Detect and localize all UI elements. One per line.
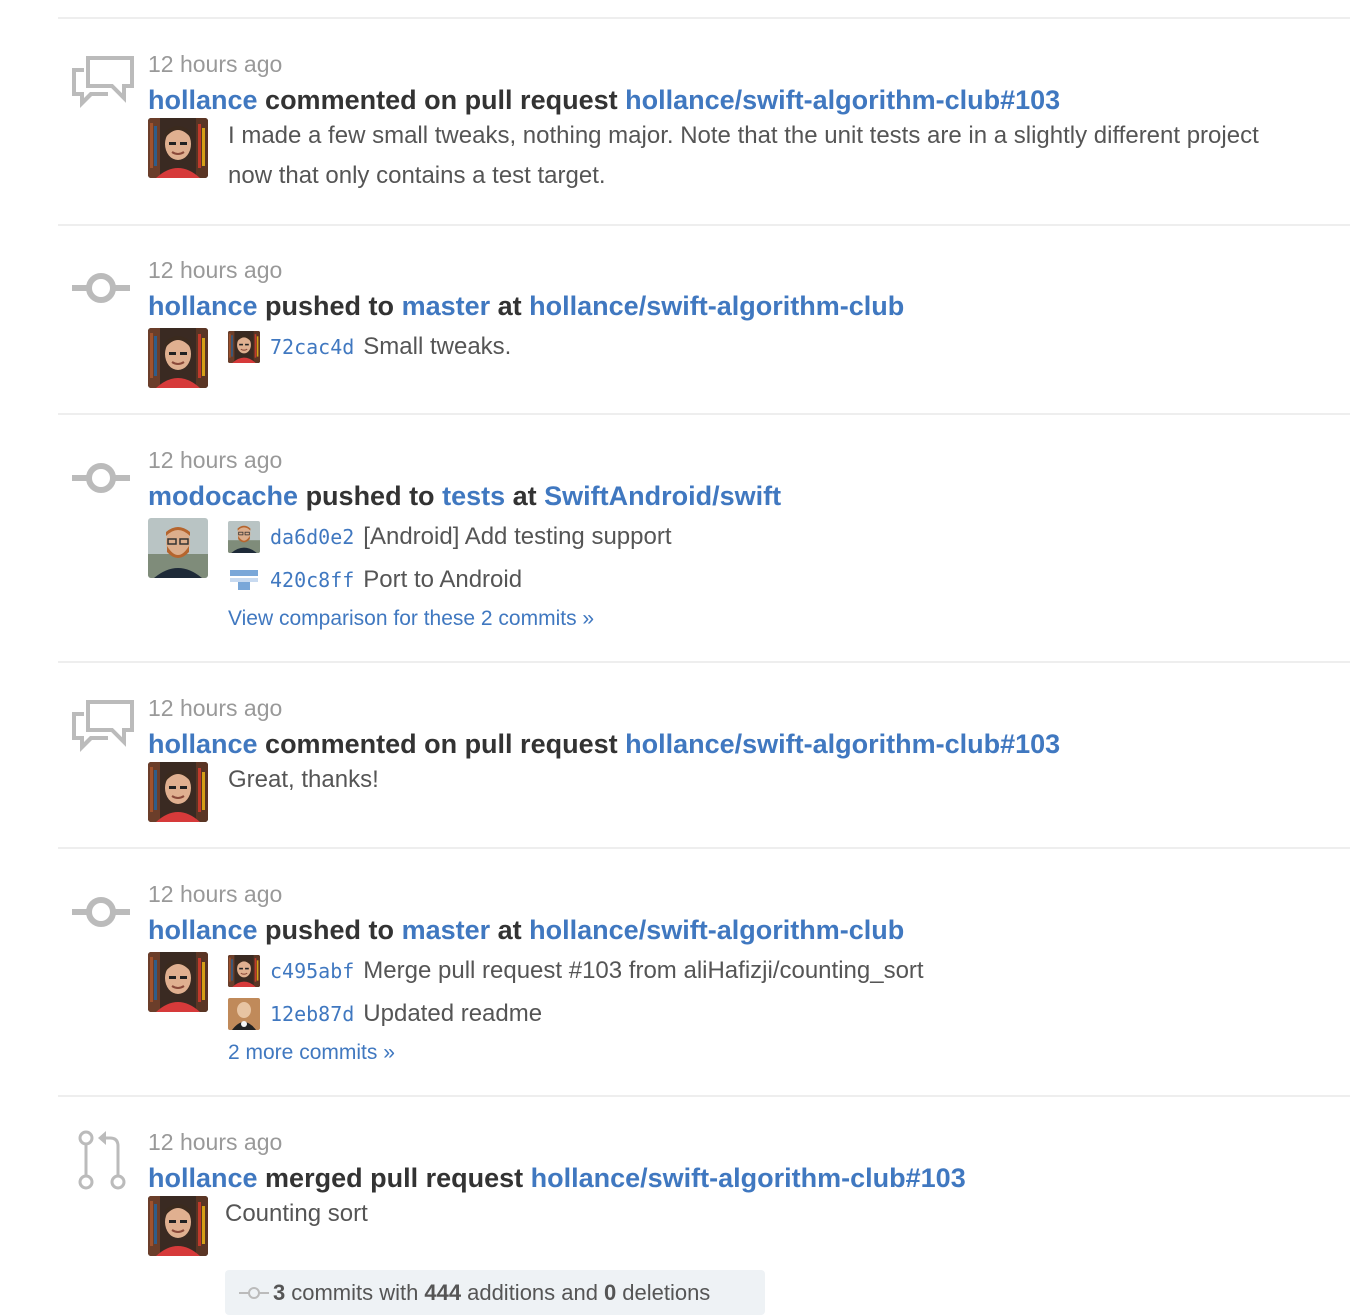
event-connector: at: [512, 481, 537, 511]
comment-discussion-icon: [68, 54, 136, 118]
commit-row: 12eb87d Updated readme: [228, 997, 542, 1031]
git-commit-icon: [68, 446, 136, 510]
event-title: modocache pushed to tests at SwiftAndroi…: [148, 480, 781, 512]
event-title: hollance merged pull request hollance/sw…: [148, 1162, 966, 1194]
target-link[interactable]: hollance/swift-algorithm-club#103: [531, 1163, 966, 1193]
event-time: 12 hours ago: [148, 881, 283, 907]
divider: [58, 224, 1350, 226]
commit-sha-link[interactable]: c495abf: [270, 959, 354, 983]
actor-link[interactable]: hollance: [148, 915, 258, 945]
event-action: pushed to: [265, 915, 395, 945]
summary-text: additions and: [467, 1279, 598, 1305]
more-commits-link[interactable]: 2 more commits »: [228, 1041, 395, 1065]
commit-message: Port to Android: [363, 566, 523, 593]
pull-request-title: Counting sort: [225, 1200, 368, 1227]
commit-message: [Android] Add testing support: [363, 523, 672, 550]
divider: [58, 1095, 1350, 1097]
event-connector: at: [497, 915, 522, 945]
event-action: commented on pull request: [265, 85, 618, 115]
branch-link[interactable]: master: [402, 915, 491, 945]
commit-row: da6d0e2 [Android] Add testing support: [228, 520, 672, 554]
target-link[interactable]: hollance/swift-algorithm-club#103: [625, 729, 1060, 759]
repo-link[interactable]: hollance/swift-algorithm-club: [529, 915, 904, 945]
commit-row: c495abf Merge pull request #103 from ali…: [228, 954, 924, 988]
commit-author-avatar[interactable]: [228, 521, 260, 553]
divider: [58, 847, 1350, 849]
avatar[interactable]: [148, 118, 208, 178]
comment-discussion-icon: [68, 698, 136, 762]
deletions-count: 0: [603, 1279, 617, 1305]
divider: [58, 17, 1350, 19]
event-time: 12 hours ago: [148, 695, 283, 721]
avatar[interactable]: [148, 762, 208, 822]
event-title: hollance commented on pull request holla…: [148, 84, 1060, 116]
commit-author-avatar[interactable]: [228, 331, 260, 363]
event-title: hollance pushed to master at hollance/sw…: [148, 914, 904, 946]
actor-link[interactable]: hollance: [148, 85, 258, 115]
merge-summary: 3 commits with 444 additions and 0 delet…: [225, 1270, 765, 1315]
event-action: pushed to: [265, 291, 395, 321]
event-action: commented on pull request: [265, 729, 618, 759]
commit-sha-link[interactable]: 420c8ff: [270, 568, 354, 592]
commit-sha-link[interactable]: 12eb87d: [270, 1002, 354, 1026]
commit-author-avatar[interactable]: [228, 564, 260, 596]
repo-link[interactable]: SwiftAndroid/swift: [544, 481, 781, 511]
branch-link[interactable]: master: [402, 291, 491, 321]
commit-message: Small tweaks.: [363, 333, 512, 360]
event-time: 12 hours ago: [148, 1129, 283, 1155]
commit-message: Merge pull request #103 from aliHafizji/…: [363, 957, 924, 984]
event-time: 12 hours ago: [148, 447, 283, 473]
commit-author-avatar[interactable]: [228, 955, 260, 987]
target-link[interactable]: hollance/swift-algorithm-club#103: [625, 85, 1060, 115]
actor-link[interactable]: hollance: [148, 729, 258, 759]
divider: [58, 413, 1350, 415]
git-pull-request-icon: [68, 1128, 136, 1192]
summary-text: commits with: [291, 1279, 419, 1305]
compare-commits-link[interactable]: View comparison for these 2 commits »: [228, 607, 594, 631]
branch-link[interactable]: tests: [442, 481, 505, 511]
event-action: pushed to: [305, 481, 435, 511]
commit-sha-link[interactable]: 72cac4d: [270, 335, 354, 359]
event-title: hollance commented on pull request holla…: [148, 728, 1060, 760]
commit-row: 420c8ff Port to Android: [228, 563, 522, 597]
avatar[interactable]: [148, 952, 208, 1012]
git-commit-icon: [68, 880, 136, 944]
avatar[interactable]: [148, 518, 208, 578]
commit-message: Updated readme: [363, 1000, 543, 1027]
additions-count: 444: [424, 1279, 462, 1305]
comment-body: Great, thanks!: [228, 766, 379, 793]
comment-body: I made a few small tweaks, nothing major…: [228, 122, 1259, 189]
avatar[interactable]: [148, 1196, 208, 1256]
event-time: 12 hours ago: [148, 257, 283, 283]
git-commit-icon: [68, 256, 136, 320]
avatar[interactable]: [148, 328, 208, 388]
commit-count: 3: [273, 1279, 286, 1305]
summary-text: deletions: [622, 1279, 711, 1305]
event-title: hollance pushed to master at hollance/sw…: [148, 290, 904, 322]
actor-link[interactable]: hollance: [148, 291, 258, 321]
actor-link[interactable]: modocache: [148, 481, 298, 511]
commit-sha-link[interactable]: da6d0e2: [270, 525, 354, 549]
event-time: 12 hours ago: [148, 51, 283, 77]
event-connector: at: [497, 291, 522, 321]
git-commit-icon: [239, 1286, 269, 1299]
commit-row: 72cac4d Small tweaks.: [228, 330, 511, 364]
commit-author-avatar[interactable]: [228, 998, 260, 1030]
event-action: merged pull request: [265, 1163, 524, 1193]
actor-link[interactable]: hollance: [148, 1163, 258, 1193]
divider: [58, 661, 1350, 663]
repo-link[interactable]: hollance/swift-algorithm-club: [529, 291, 904, 321]
